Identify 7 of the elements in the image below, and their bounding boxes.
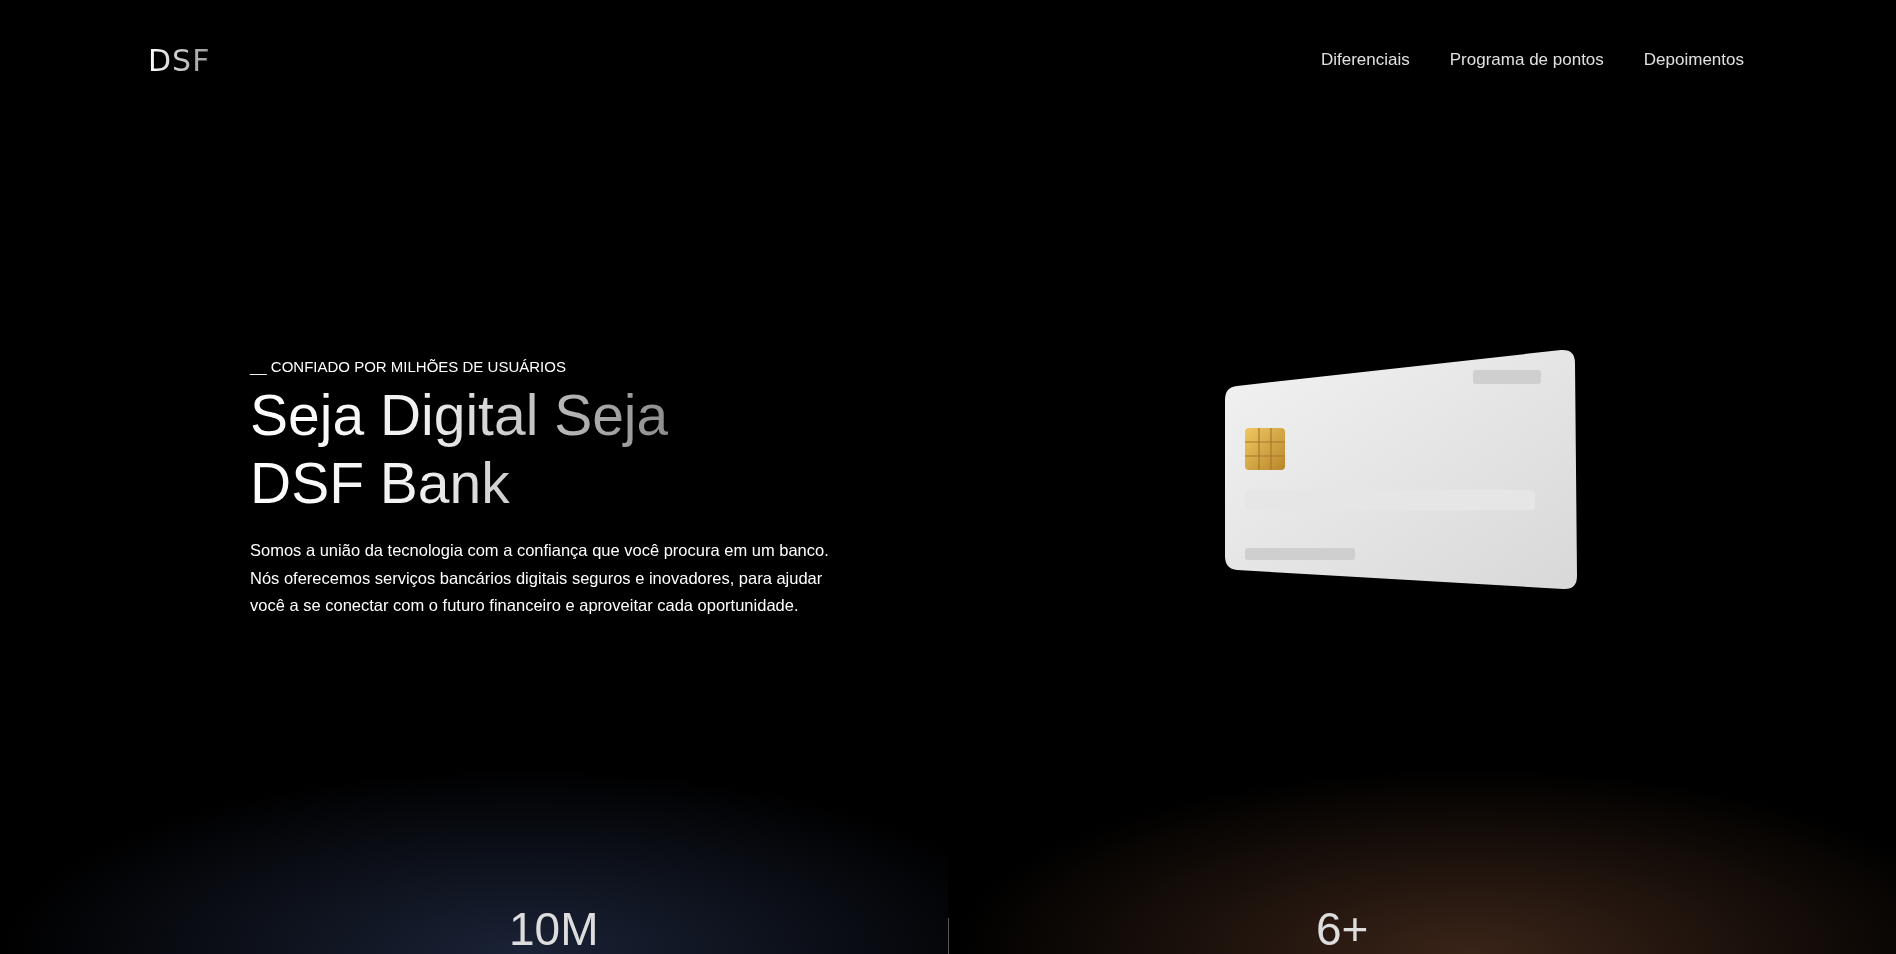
stat-value: 10M bbox=[509, 906, 599, 952]
eyebrow-text: __ CONFIADO POR MILHÕES DE USUÁRIOS bbox=[250, 358, 567, 375]
nav-link[interactable]: Diferenciais bbox=[1320, 50, 1410, 70]
stat-value: 6+ bbox=[1316, 906, 1369, 952]
nav-link[interactable]: Programa de pontos bbox=[1449, 50, 1604, 70]
nav-link[interactable]: Depoimentos bbox=[1643, 50, 1744, 70]
hero-description: Somos a união da tecnologia com a confiança que você procura em um banco. Nós oferecemos serviços bancários digitais seguros e inovadores, para ajudar você a se conectar com o futuro financeiro e aproveitar cada oportunidade. bbox=[250, 540, 830, 616]
